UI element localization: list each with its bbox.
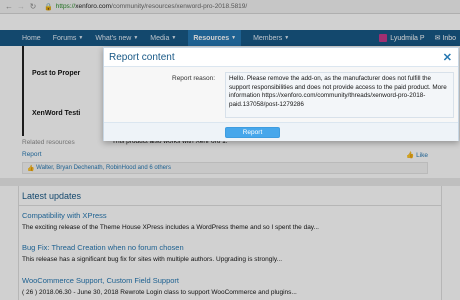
dialog-header: Report content [104, 48, 458, 67]
report-dialog: Report content ✕ Report reason: Hello. P… [103, 47, 459, 141]
modal-backdrop[interactable] [0, 0, 460, 300]
dialog-title: Report content [109, 51, 175, 63]
reason-textarea[interactable]: Hello. Please remove the add-on, as the … [225, 72, 454, 118]
dialog-footer: Report [104, 122, 458, 141]
reason-label: Report reason: [172, 75, 215, 82]
close-icon[interactable]: ✕ [443, 51, 452, 64]
report-submit-button[interactable]: Report [225, 127, 280, 138]
dialog-body: Report reason: Hello. Please remove the … [104, 67, 458, 122]
